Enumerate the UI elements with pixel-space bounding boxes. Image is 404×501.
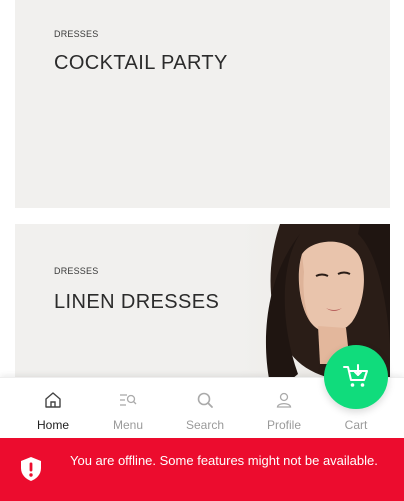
nav-item-home[interactable]: Home — [18, 378, 88, 438]
banner-title: LINEN DRESSES — [54, 291, 220, 313]
user-icon — [276, 392, 292, 408]
nav-label-menu: Menu — [112, 418, 144, 432]
nav-item-search[interactable]: Search — [170, 378, 240, 438]
offline-message: You are offline. Some features might not… — [70, 453, 378, 468]
nav-label-profile: Profile — [266, 418, 301, 432]
app-screen: DRESSES COCKTAIL PARTY DRESSES LINEN DRE… — [0, 0, 404, 501]
cart-floating-button[interactable] — [324, 345, 388, 409]
cart-add-icon — [343, 364, 368, 387]
nav-item-menu[interactable]: Menu — [93, 378, 163, 438]
banner-title: COCKTAIL PARTY — [54, 52, 228, 74]
banner-category: DRESSES — [54, 266, 99, 276]
banner-category: DRESSES — [54, 29, 99, 39]
nav-label-home: Home — [36, 418, 69, 432]
nav-item-profile[interactable]: Profile — [249, 378, 319, 438]
home-icon — [45, 392, 61, 408]
nav-label-cart: Cart — [344, 418, 368, 432]
offline-toast: You are offline. Some features might not… — [0, 438, 404, 501]
shield-alert-icon — [21, 457, 41, 481]
menu-search-icon — [120, 394, 137, 406]
search-icon — [197, 392, 213, 408]
nav-label-search: Search — [185, 418, 225, 432]
banner-cocktail-party[interactable]: DRESSES COCKTAIL PARTY — [15, 0, 390, 208]
